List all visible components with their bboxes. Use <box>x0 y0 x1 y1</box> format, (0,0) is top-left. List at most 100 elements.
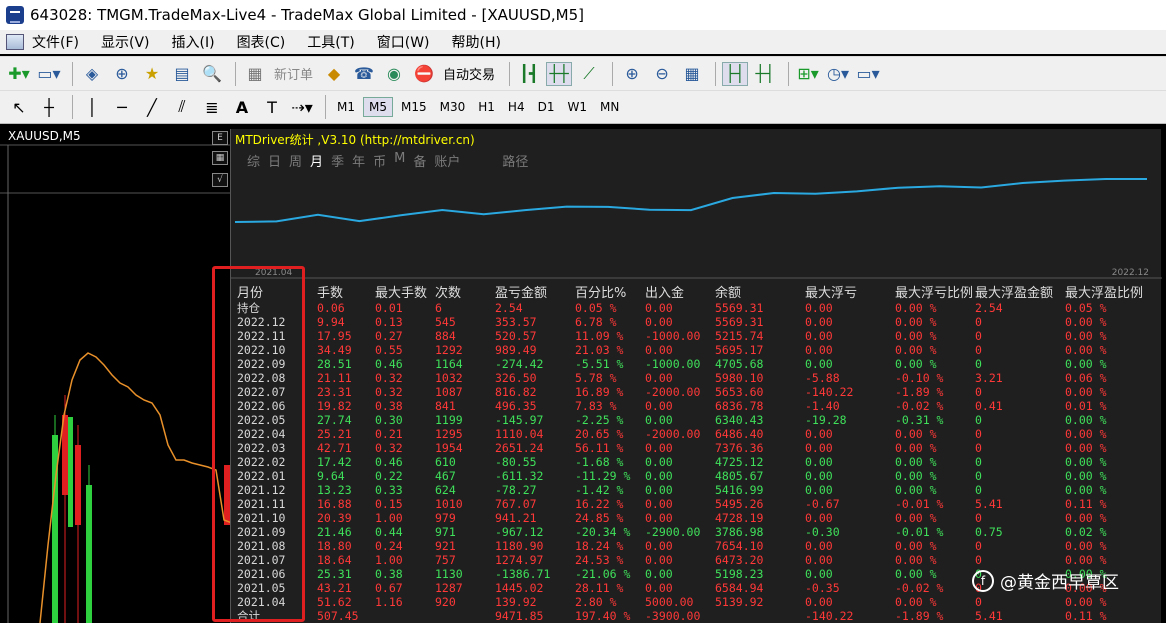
table-row[interactable]: 2021.10 20.39 1.00 979 941.21 24.85 % 0.00 4728… <box>231 511 1155 525</box>
new-chart-icon[interactable]: ✚▾ <box>6 62 32 86</box>
crosshair-icon[interactable]: ┼ <box>36 95 62 119</box>
table-row[interactable]: 2021.09 21.46 0.44 971 -967.12 -20.34 % -2900.… <box>231 525 1155 539</box>
indicators-icon[interactable]: ⊞▾ <box>795 62 821 86</box>
menu-help[interactable]: 帮助(H) <box>452 32 501 52</box>
table-row[interactable]: 2022.10 34.49 0.55 1292 989.49 21.03 % 0.00 569… <box>231 343 1155 357</box>
table-cell: 0.00 % <box>895 441 937 455</box>
autoscroll-icon[interactable]: ┼┤ <box>752 62 778 86</box>
strategy-tester-icon[interactable]: 🔍 <box>199 62 225 86</box>
templates-icon[interactable]: ▭▾ <box>855 62 881 86</box>
table-row[interactable]: 合计 507.45 9471.85 197.40 % -3900.00 -140.22 -1… <box>231 609 1155 623</box>
menu-charts[interactable]: 图表(C) <box>237 32 286 52</box>
timeframe-d1[interactable]: D1 <box>533 98 560 116</box>
candlestick-icon[interactable]: ┼┼ <box>546 61 573 86</box>
table-row[interactable]: 2021.08 18.80 0.24 921 1180.90 18.24 % 0.00 765… <box>231 539 1155 553</box>
timeframe-m30[interactable]: M30 <box>435 98 471 116</box>
new-order-icon[interactable]: ▦ <box>242 62 268 86</box>
table-cell: 2651.24 <box>495 441 544 455</box>
line-chart-icon[interactable]: ⟋ <box>576 62 602 86</box>
auto-trading-icon[interactable]: ⛔ <box>411 62 437 86</box>
table-row[interactable]: 2022.04 25.21 0.21 1295 1110.04 20.65 % -2000.… <box>231 427 1155 441</box>
header-max-float-profit[interactable]: 最大浮盈金额 <box>975 281 1065 301</box>
table-cell: 5198.23 <box>715 567 764 581</box>
price-chart[interactable] <box>0 125 232 623</box>
table-row[interactable]: 2022.07 23.31 0.32 1087 816.82 16.89 % -2000.0… <box>231 385 1155 399</box>
table-cell: 921 <box>435 539 456 553</box>
profiles-icon[interactable]: ▭▾ <box>36 62 62 86</box>
header-max-drawdown[interactable]: 最大浮亏 <box>805 281 895 301</box>
market-watch-icon[interactable]: ◈ <box>79 62 105 86</box>
menu-tools[interactable]: 工具(T) <box>307 32 354 52</box>
chart-shift-icon[interactable]: ├┤ <box>722 61 749 86</box>
toolbar-separator <box>788 61 790 86</box>
table-row[interactable]: 2022.06 19.82 0.38 841 496.35 7.83 % 0.00 6836.… <box>231 399 1155 413</box>
table-row[interactable]: 2021.11 16.88 0.15 1010 767.07 16.22 % 0.00 549… <box>231 497 1155 511</box>
periods-icon[interactable]: ◷▾ <box>825 62 851 86</box>
menu-view[interactable]: 显示(V) <box>101 32 150 52</box>
auto-trading-button[interactable]: 自动交易 <box>443 64 495 83</box>
panel-close-icon[interactable]: E <box>212 131 228 145</box>
header-trades[interactable]: 次数 <box>435 281 495 301</box>
vertical-line-icon[interactable]: │ <box>79 95 105 119</box>
table-cell: 0.00 % <box>895 329 937 343</box>
table-row[interactable]: 2022.09 28.51 0.46 1164 -274.42 -5.51 % -1000.… <box>231 357 1155 371</box>
chart-window[interactable]: XAUUSD,M5 E ▦ √ MTDriver统计 ,V3.10 (http:… <box>0 125 1166 623</box>
table-row[interactable]: 2021.07 18.64 1.00 757 1274.97 24.53 % 0.00 647… <box>231 553 1155 567</box>
arrows-icon[interactable]: ⇢▾ <box>289 95 315 119</box>
header-deposits[interactable]: 出入金 <box>645 281 715 301</box>
menu-file[interactable]: 文件(F) <box>32 32 79 52</box>
header-max-drawdown-ratio[interactable]: 最大浮亏比例 <box>895 281 975 301</box>
cursor-icon[interactable]: ↖ <box>6 95 32 119</box>
header-percent[interactable]: 百分比% <box>575 281 645 301</box>
table-cell: -0.01 % <box>895 497 944 511</box>
trendline-icon[interactable]: ╱ <box>139 95 165 119</box>
table-row[interactable]: 2021.04 51.62 1.16 920 139.92 2.80 % 5000.00 51… <box>231 595 1155 609</box>
timeframe-h4[interactable]: H4 <box>503 98 530 116</box>
table-row[interactable]: 2022.08 21.11 0.32 1032 326.50 5.78 % 0.00 5980… <box>231 371 1155 385</box>
table-row[interactable]: 2021.12 13.23 0.33 624 -78.27 -1.42 % 0.00 5416… <box>231 483 1155 497</box>
new-order-button[interactable]: 新订单 <box>274 64 313 83</box>
text-icon[interactable]: A <box>229 95 255 119</box>
menu-window[interactable]: 窗口(W) <box>377 32 430 52</box>
document-icon[interactable] <box>6 34 24 50</box>
table-row[interactable]: 2022.11 17.95 0.27 884 520.57 11.09 % -1000.00… <box>231 329 1155 343</box>
menu-insert[interactable]: 插入(I) <box>172 32 215 52</box>
header-lots[interactable]: 手数 <box>317 281 375 301</box>
timeframe-m5[interactable]: M5 <box>363 97 393 117</box>
experts-icon[interactable]: ☎ <box>351 62 377 86</box>
tile-windows-icon[interactable]: ▦ <box>679 62 705 86</box>
panel-check-icon[interactable]: √ <box>212 173 228 187</box>
timeframe-m15[interactable]: M15 <box>396 98 432 116</box>
terminal-icon[interactable]: ▤ <box>169 62 195 86</box>
table-row[interactable]: 2022.02 17.42 0.46 610 -80.55 -1.68 % 0.00 4725… <box>231 455 1155 469</box>
timeframe-h1[interactable]: H1 <box>473 98 500 116</box>
table-cell: 0 <box>975 455 982 469</box>
panel-menu-icon[interactable]: ▦ <box>212 151 228 165</box>
timeframe-w1[interactable]: W1 <box>562 98 592 116</box>
horizontal-line-icon[interactable]: ─ <box>109 95 135 119</box>
data-window-icon[interactable]: ⊕ <box>109 62 135 86</box>
table-cell: -1000.00 <box>645 329 701 343</box>
zoom-in-icon[interactable]: ⊕ <box>619 62 645 86</box>
header-max-lots[interactable]: 最大手数 <box>375 281 435 301</box>
zoom-out-icon[interactable]: ⊖ <box>649 62 675 86</box>
signals-icon[interactable]: ◉ <box>381 62 407 86</box>
header-profit[interactable]: 盈亏金额 <box>495 281 575 301</box>
table-row[interactable]: 2022.05 27.74 0.30 1199 -145.97 -2.25 % 0.00 63… <box>231 413 1155 427</box>
metaeditor-icon[interactable]: ◆ <box>321 62 347 86</box>
table-row[interactable]: 2022.12 9.94 0.13 545 353.57 6.78 % 0.00 5569.3… <box>231 315 1155 329</box>
table-row[interactable]: 2022.03 42.71 0.32 1954 2651.24 56.11 % 0.00 73… <box>231 441 1155 455</box>
fibonacci-icon[interactable]: ≣ <box>199 95 225 119</box>
timeframe-mn[interactable]: MN <box>595 98 624 116</box>
equidistant-channel-icon[interactable]: ⫽ <box>169 95 195 119</box>
timeframe-m1[interactable]: M1 <box>332 98 360 116</box>
header-balance[interactable]: 余额 <box>715 281 805 301</box>
header-max-float-profit-ratio[interactable]: 最大浮盈比例 <box>1065 281 1155 301</box>
navigator-icon[interactable]: ★ <box>139 62 165 86</box>
bar-chart-icon[interactable]: ┃┫ <box>516 62 542 86</box>
table-row[interactable]: 2022.01 9.64 0.22 467 -611.32 -11.29 % 0.00 480… <box>231 469 1155 483</box>
table-cell: 624 <box>435 483 456 497</box>
text-label-icon[interactable]: T <box>259 95 285 119</box>
table-row[interactable]: 持仓 0.06 0.01 6 2.54 0.05 % 0.00 5569.31 0.00 0.00… <box>231 301 1155 315</box>
toolbar-separator <box>715 61 717 86</box>
